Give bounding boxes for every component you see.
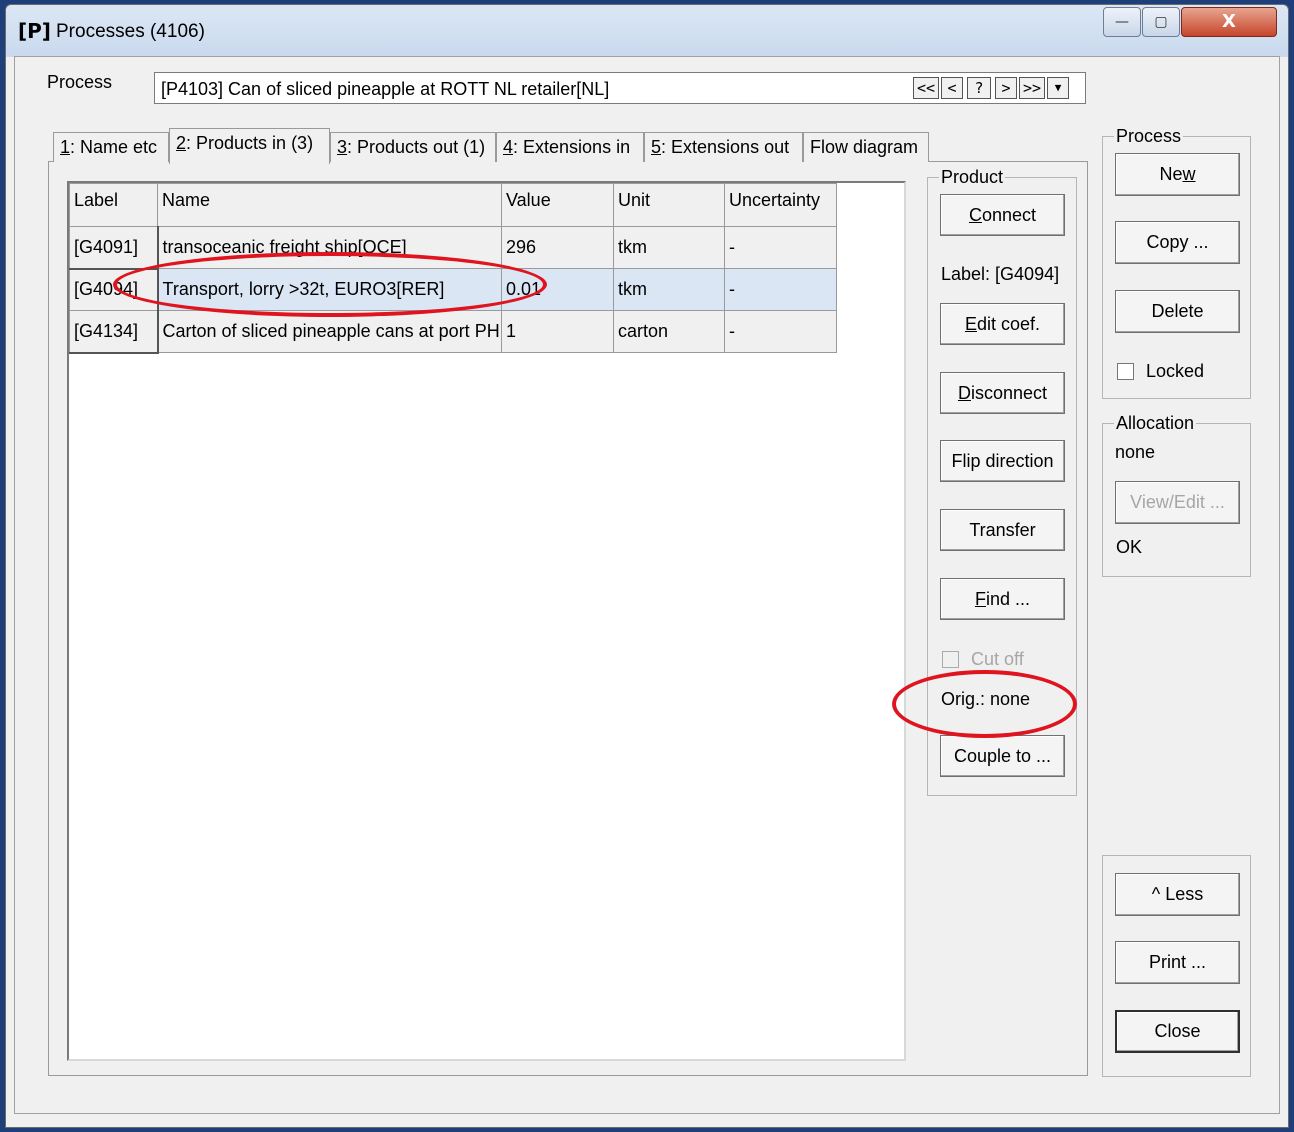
- tab-label: : Products out (1): [347, 137, 486, 157]
- button-label: Ne: [1159, 164, 1183, 184]
- title-bar[interactable]: [P] Processes (4106) — ▢ X: [6, 5, 1288, 57]
- tab-hotkey: 2: [176, 133, 187, 153]
- row-uncertainty[interactable]: -: [724, 226, 837, 269]
- cut-off-checkbox[interactable]: [942, 651, 959, 668]
- view-edit-allocation-button[interactable]: View/Edit ...: [1115, 481, 1240, 524]
- process-selector[interactable]: [P4103] Can of sliced pineapple at ROTT …: [154, 72, 1086, 104]
- button-label: dit coef.: [976, 314, 1041, 334]
- flip-direction-button[interactable]: Flip direction: [940, 440, 1065, 482]
- minimize-button[interactable]: —: [1103, 7, 1141, 37]
- column-header-uncertainty[interactable]: Uncertainty: [724, 183, 837, 227]
- delete-process-button[interactable]: Delete: [1115, 290, 1240, 333]
- row-unit[interactable]: tkm: [613, 268, 725, 311]
- new-process-button[interactable]: New: [1115, 153, 1240, 196]
- button-label: onnect: [981, 205, 1037, 225]
- previous-process-button[interactable]: <: [941, 77, 963, 99]
- tab-products-in[interactable]: 2: Products in (3): [169, 128, 330, 164]
- tab-label: : Products in (3): [186, 133, 314, 153]
- tab-label: : Extensions out: [661, 137, 790, 157]
- tab-products-out[interactable]: 3: Products out (1): [330, 132, 496, 162]
- row-name[interactable]: transoceanic freight ship[OCE]: [157, 226, 502, 269]
- column-header-unit[interactable]: Unit: [613, 183, 725, 227]
- disconnect-button[interactable]: Disconnect: [940, 372, 1065, 414]
- help-process-button[interactable]: ?: [967, 77, 991, 99]
- cut-off-label: Cut off: [971, 649, 1024, 669]
- less-button[interactable]: ^ Less: [1115, 873, 1240, 916]
- tab-label: Flow diagram: [810, 137, 919, 157]
- process-label: Process: [47, 72, 113, 92]
- selected-label-text: Label: [G4094]: [941, 264, 1060, 284]
- row-value[interactable]: 0.01: [501, 268, 614, 311]
- transfer-button[interactable]: Transfer: [940, 509, 1065, 551]
- window-title: Processes (4106): [56, 21, 205, 42]
- row-uncertainty[interactable]: -: [724, 268, 837, 311]
- row-name[interactable]: Transport, lorry >32t, EURO3[RER]: [157, 268, 502, 311]
- table-row[interactable]: [G4091] transoceanic freight ship[OCE] 2…: [69, 226, 837, 270]
- tab-hotkey: 5: [651, 137, 662, 157]
- row-value[interactable]: 296: [501, 226, 614, 269]
- hotkey: w: [1182, 164, 1196, 184]
- find-button[interactable]: Find ...: [940, 578, 1065, 620]
- hotkey: D: [957, 383, 971, 403]
- column-header-value[interactable]: Value: [501, 183, 614, 227]
- tab-hotkey: 3: [337, 137, 348, 157]
- tab-hotkey: 1: [60, 137, 71, 157]
- allocation-group-title: Allocation: [1114, 413, 1197, 434]
- maximize-button[interactable]: ▢: [1142, 7, 1180, 37]
- edit-coef-button[interactable]: Edit coef.: [940, 303, 1065, 345]
- row-label[interactable]: [G4134]: [69, 310, 159, 354]
- couple-to-button[interactable]: Couple to ...: [940, 735, 1065, 777]
- allocation-status: OK: [1116, 537, 1143, 557]
- row-unit[interactable]: tkm: [613, 226, 725, 269]
- button-label: isconnect: [970, 383, 1048, 403]
- locked-checkbox[interactable]: [1117, 363, 1134, 380]
- row-label[interactable]: [G4094]: [69, 268, 159, 311]
- tab-extensions-out[interactable]: 5: Extensions out: [644, 132, 803, 162]
- row-value[interactable]: 1: [501, 310, 614, 353]
- hotkey: F: [974, 589, 986, 609]
- row-name[interactable]: Carton of sliced pineapple cans at port …: [157, 310, 502, 353]
- tab-extensions-in[interactable]: 4: Extensions in: [496, 132, 644, 162]
- products-in-grid[interactable]: Label Name Value Unit Uncertainty [G4091…: [67, 181, 906, 1061]
- print-button[interactable]: Print ...: [1115, 941, 1240, 984]
- dropdown-arrow-icon[interactable]: ▼: [1047, 77, 1069, 99]
- row-unit[interactable]: carton: [613, 310, 725, 353]
- app-icon: [P]: [18, 19, 51, 43]
- tab-flow-diagram[interactable]: Flow diagram: [803, 132, 929, 162]
- table-row-selected[interactable]: [G4094] Transport, lorry >32t, EURO3[RER…: [69, 268, 837, 311]
- last-process-button[interactable]: >>: [1019, 77, 1045, 99]
- hotkey: E: [964, 314, 977, 334]
- button-label: ind ...: [985, 589, 1031, 609]
- connect-button[interactable]: Connect: [940, 194, 1065, 236]
- close-button[interactable]: Close: [1115, 1010, 1240, 1053]
- tab-label: : Name etc: [70, 137, 158, 157]
- column-header-name[interactable]: Name: [157, 183, 502, 227]
- row-uncertainty[interactable]: -: [724, 310, 837, 353]
- hotkey: C: [968, 205, 982, 225]
- close-window-button[interactable]: X: [1181, 7, 1277, 37]
- locked-label: Locked: [1146, 361, 1205, 381]
- copy-process-button[interactable]: Copy ...: [1115, 221, 1240, 264]
- tab-hotkey: 4: [503, 137, 514, 157]
- tab-label: : Extensions in: [513, 137, 631, 157]
- process-value: [P4103] Can of sliced pineapple at ROTT …: [161, 79, 610, 99]
- table-row[interactable]: [G4134] Carton of sliced pineapple cans …: [69, 310, 837, 354]
- process-group-title: Process: [1114, 126, 1184, 147]
- column-header-label[interactable]: Label: [69, 183, 158, 227]
- row-label[interactable]: [G4091]: [69, 226, 159, 270]
- product-group-title: Product: [939, 167, 1006, 188]
- next-process-button[interactable]: >: [995, 77, 1017, 99]
- allocation-value: none: [1115, 442, 1156, 462]
- tab-name-etc[interactable]: 1: Name etc: [53, 132, 169, 162]
- first-process-button[interactable]: <<: [913, 77, 939, 99]
- orig-text: Orig.: none: [941, 689, 1031, 709]
